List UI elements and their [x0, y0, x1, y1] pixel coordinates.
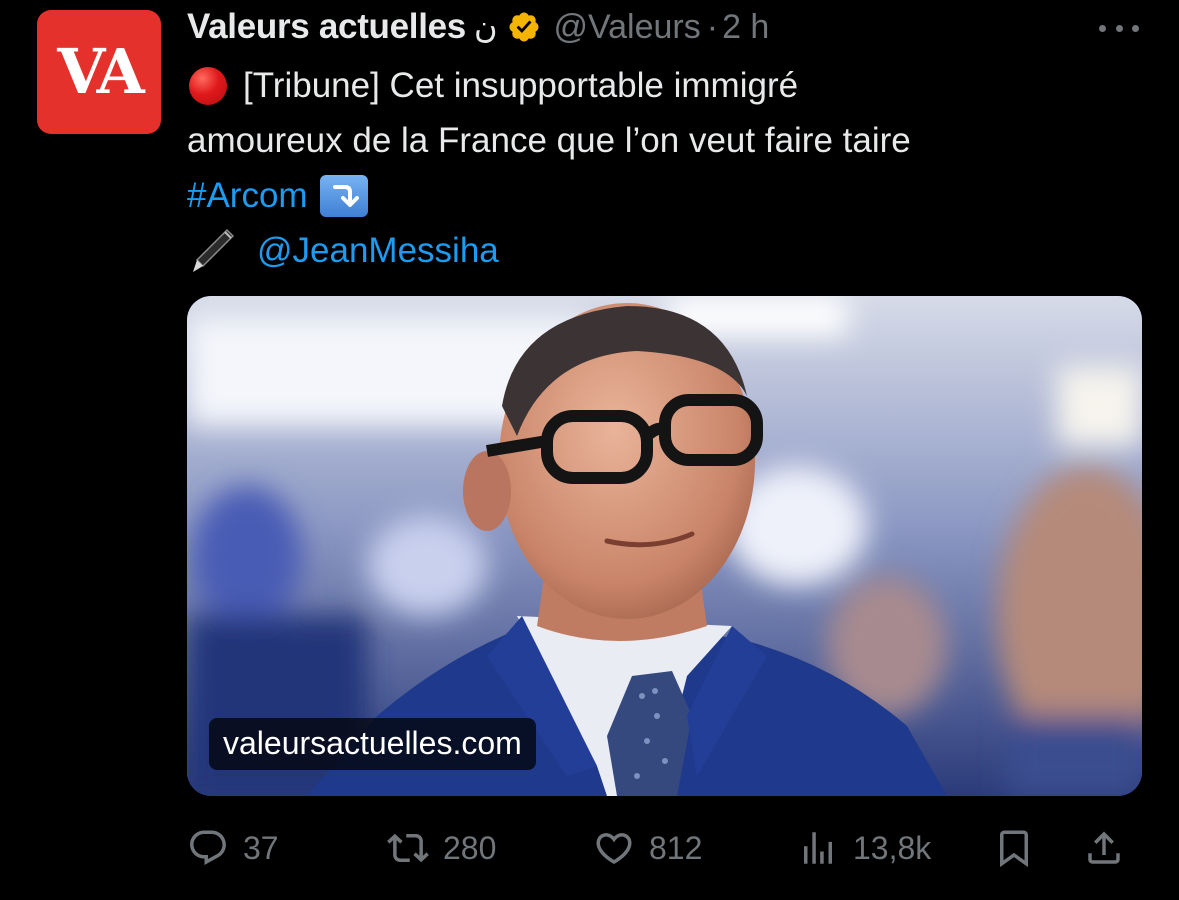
tweet[interactable]: VA Valeurs actuelles ن @Valeurs · 2 h [T…: [0, 0, 1179, 900]
arrow-down-right-icon: [319, 174, 368, 217]
avatar-logo: VA: [57, 35, 144, 108]
hashtag-link[interactable]: #Arcom: [187, 168, 308, 223]
link-domain-label[interactable]: valeursactuelles.com: [209, 718, 536, 770]
tweet-line-1: [Tribune] Cet insupportable immigré: [243, 66, 799, 105]
timestamp[interactable]: 2 h: [722, 8, 769, 47]
views-icon: [804, 832, 832, 864]
bookmark-icon: [1000, 830, 1028, 868]
more-icon[interactable]: [1099, 18, 1139, 38]
more-dot: [1115, 24, 1123, 32]
pen-icon: [193, 228, 235, 272]
mention-link[interactable]: @JeanMessiha: [257, 223, 499, 278]
display-name[interactable]: Valeurs actuelles: [187, 7, 466, 47]
more-dot: [1099, 24, 1106, 32]
tweet-text: [Tribune] Cet insupportable immigré amou…: [187, 58, 1147, 278]
retweet-button[interactable]: 280: [387, 818, 496, 878]
like-icon: [596, 833, 632, 865]
retweet-icon: [387, 833, 429, 863]
like-button[interactable]: 812: [593, 818, 702, 878]
text-line-1: [Tribune] Cet insupportable immigré: [187, 58, 1147, 113]
tweet-header: Valeurs actuelles ن @Valeurs · 2 h: [187, 4, 769, 50]
reply-count: 37: [243, 829, 279, 866]
retweet-count: 280: [443, 829, 497, 866]
like-count: 812: [649, 829, 703, 866]
bookmark-button[interactable]: [993, 818, 1049, 878]
handle[interactable]: @Valeurs: [553, 8, 700, 47]
tweet-line-2: amoureux de la France que l’on veut fair…: [187, 121, 911, 160]
share-button[interactable]: [1083, 818, 1139, 878]
separator-dot: ·: [706, 7, 719, 46]
more-dot: [1132, 24, 1139, 32]
name-glyph: ن: [473, 8, 498, 46]
verified-icon[interactable]: [507, 10, 541, 44]
media-image[interactable]: valeursactuelles.com: [187, 296, 1142, 796]
text-line-4: @JeanMessiha: [187, 223, 1147, 278]
reply-icon: [190, 830, 226, 865]
reply-button[interactable]: 37: [187, 818, 279, 878]
text-line-2: amoureux de la France que l’on veut fair…: [187, 113, 1147, 168]
share-icon: [1088, 831, 1120, 864]
views-count: 13,8k: [853, 829, 932, 866]
avatar[interactable]: VA: [37, 10, 161, 134]
text-line-3: #Arcom: [187, 168, 1147, 223]
views-button[interactable]: 13,8k: [797, 818, 931, 878]
red-circle-icon: [189, 66, 227, 105]
action-bar: 37 280 812 13,8k: [187, 818, 1142, 878]
